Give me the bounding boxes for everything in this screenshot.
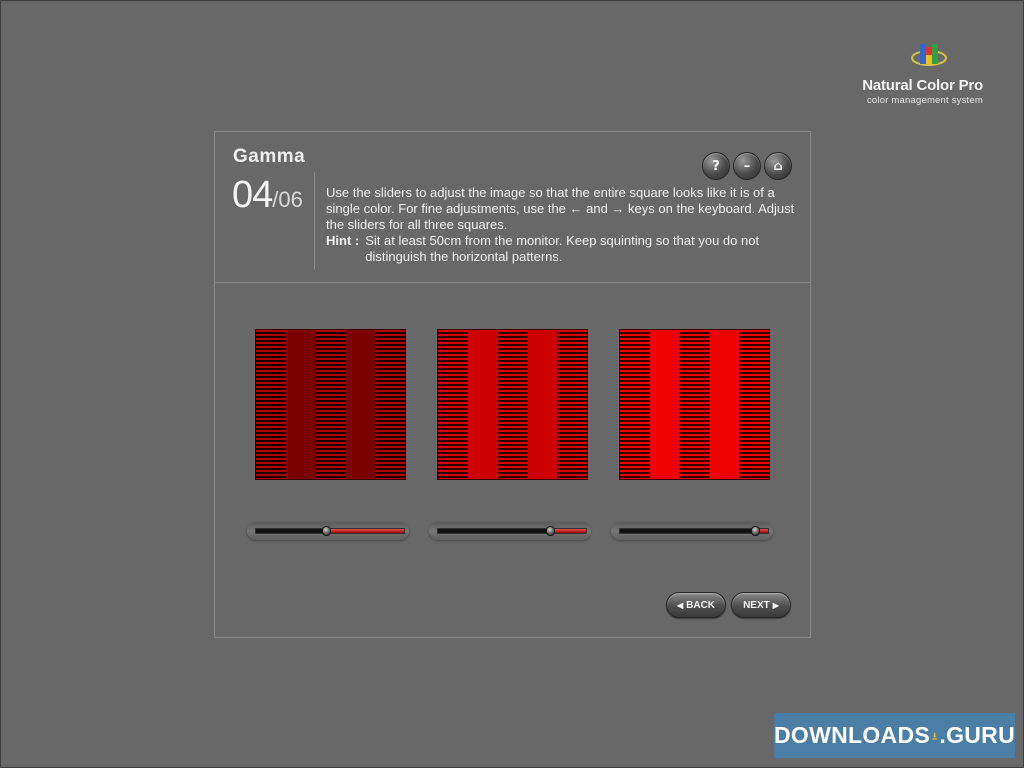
gamma-square-light bbox=[619, 329, 770, 480]
panel-header: Gamma 04/06 Use the sliders to adjust th… bbox=[215, 132, 810, 283]
gamma-square-dark bbox=[255, 329, 406, 480]
hint-label: Hint : bbox=[326, 233, 360, 248]
slider-thumb[interactable] bbox=[546, 526, 556, 536]
hint: Hint : Sit at least 50cm from the monito… bbox=[326, 233, 802, 265]
home-icon: ⌂ bbox=[773, 158, 783, 174]
step-total: /06 bbox=[272, 187, 303, 212]
watermark-left: DOWNLOADS bbox=[774, 722, 931, 748]
app-window: Natural Color Pro color management syste… bbox=[0, 0, 1024, 768]
slider-thumb[interactable] bbox=[321, 526, 331, 536]
back-button[interactable]: ◀ BACK bbox=[666, 592, 726, 618]
next-label: NEXT bbox=[743, 599, 770, 611]
page-title: Gamma bbox=[233, 146, 306, 167]
next-arrow-icon: ▶ bbox=[772, 600, 779, 610]
slider-track[interactable] bbox=[619, 526, 769, 536]
brand-name: Natural Color Pro bbox=[862, 77, 983, 94]
back-arrow-icon: ◀ bbox=[676, 600, 684, 610]
gamma-slider-light[interactable] bbox=[611, 516, 773, 546]
minimize-button[interactable]: – bbox=[733, 152, 761, 180]
slider-fill bbox=[325, 529, 404, 533]
home-button[interactable]: ⌂ bbox=[764, 152, 792, 180]
watermark-right: .GURU bbox=[939, 722, 1015, 748]
slider-fill bbox=[550, 529, 586, 533]
header-toolbar: ? – ⌂ bbox=[702, 152, 792, 180]
step-indicator: 04/06 bbox=[232, 174, 303, 217]
help-button[interactable]: ? bbox=[702, 152, 730, 180]
back-label: BACK bbox=[686, 599, 716, 611]
brand-logo: Natural Color Pro color management syste… bbox=[853, 41, 983, 107]
gamma-panel: Gamma 04/06 Use the sliders to adjust th… bbox=[214, 131, 811, 638]
instruction-text: Use the sliders to adjust the image so t… bbox=[326, 185, 795, 232]
brand-tagline: color management system bbox=[866, 95, 983, 106]
gamma-square-mid bbox=[437, 329, 588, 480]
header-divider bbox=[314, 172, 315, 270]
slider-track[interactable] bbox=[255, 526, 405, 536]
step-current: 04 bbox=[232, 174, 273, 216]
slider-thumb[interactable] bbox=[750, 526, 760, 536]
downloads-guru-watermark: DOWNLOADS .GURU bbox=[774, 713, 1015, 758]
minimize-icon: – bbox=[743, 158, 751, 174]
next-button[interactable]: NEXT ▶ bbox=[731, 592, 791, 618]
logo-mark-icon bbox=[911, 44, 947, 66]
gamma-slider-mid[interactable] bbox=[429, 516, 591, 546]
help-icon: ? bbox=[712, 158, 720, 174]
hint-text: Sit at least 50cm from the monitor. Keep… bbox=[365, 233, 760, 264]
download-icon bbox=[932, 732, 938, 740]
slider-track[interactable] bbox=[437, 526, 587, 536]
instructions: Use the sliders to adjust the image so t… bbox=[326, 185, 802, 265]
gamma-slider-dark[interactable] bbox=[247, 516, 409, 546]
